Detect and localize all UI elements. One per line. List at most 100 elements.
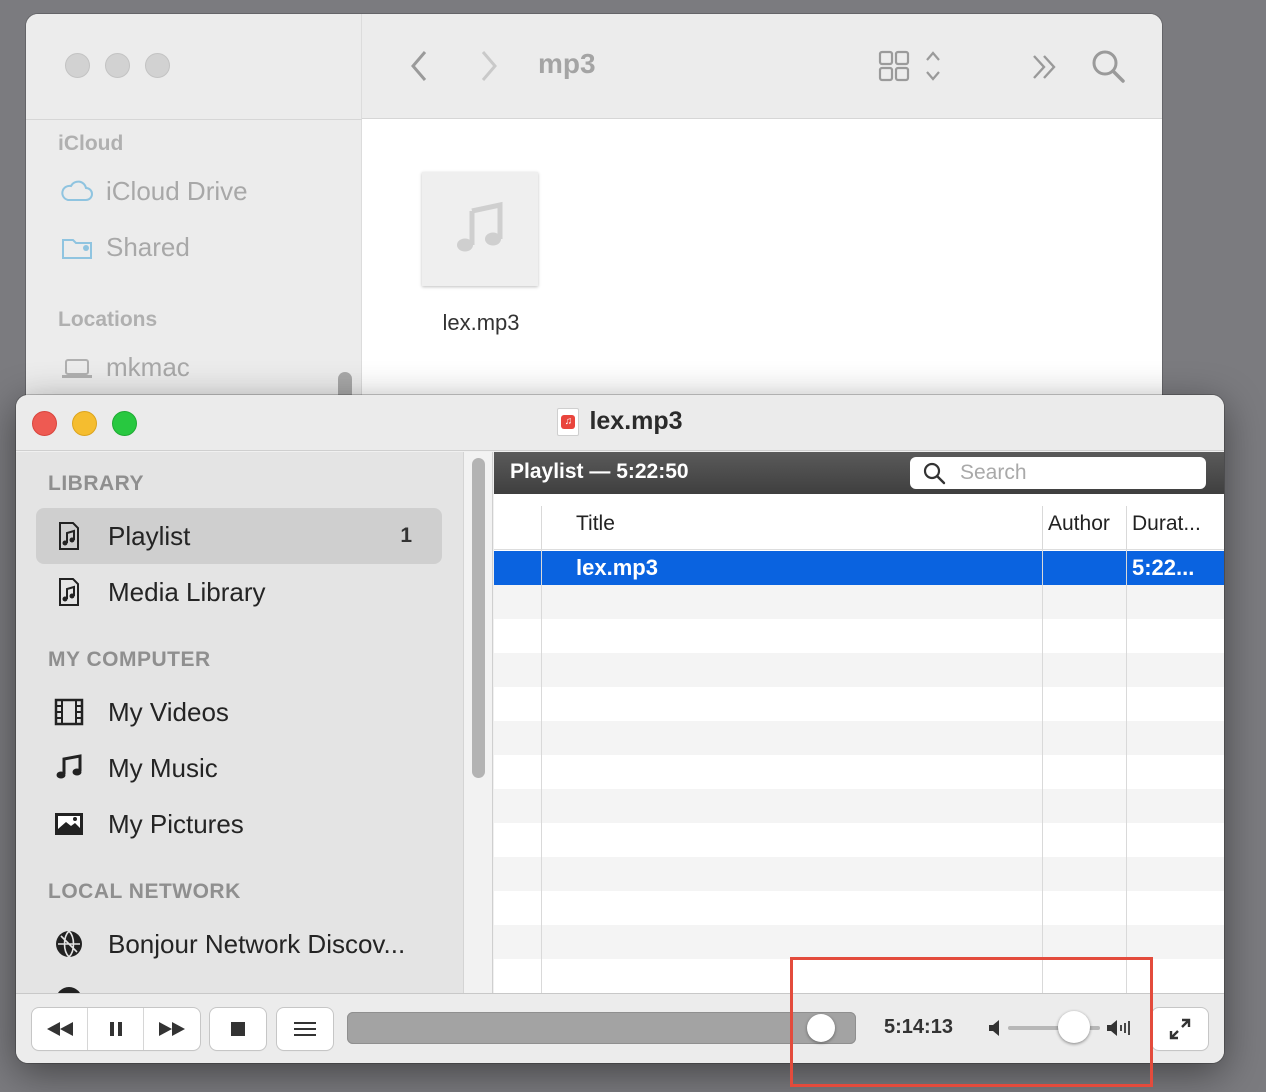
picture-icon <box>54 809 84 839</box>
file-name-label: lex.mp3 <box>442 310 520 335</box>
music-file-icon <box>54 577 84 607</box>
music-document-icon <box>557 407 580 436</box>
sidebar-item-label: Media Library <box>108 576 266 607</box>
empty-row <box>494 653 1224 687</box>
sidebar-item-label: mkmac <box>106 352 190 382</box>
vlc-window: lex.mp3 LIBRARY Playlist 1 Media Library… <box>16 395 1224 1063</box>
volume-mute-icon[interactable] <box>988 1018 1004 1043</box>
more-chevrons-icon[interactable] <box>1030 52 1060 87</box>
fullscreen-button[interactable] <box>1152 1008 1208 1050</box>
search-input[interactable] <box>960 461 1180 485</box>
empty-row <box>494 585 1224 619</box>
empty-row <box>494 789 1224 823</box>
finder-window: iCloud iCloud Drive Shared Locations mkm… <box>26 14 1162 434</box>
search-icon[interactable] <box>1090 48 1126 89</box>
sidebar-item-label: My Videos <box>108 696 229 727</box>
table-row[interactable]: lex.mp3 5:22... <box>494 551 1224 585</box>
sidebar-item-bonjour[interactable]: Bonjour Network Discov... <box>36 916 442 972</box>
rewind-icon <box>46 1022 73 1036</box>
shared-folder-icon <box>62 238 92 259</box>
back-chevron-icon[interactable] <box>408 48 430 90</box>
empty-row <box>494 925 1224 959</box>
stop-icon <box>231 1022 245 1036</box>
column-divider <box>1042 506 1043 993</box>
section-library: LIBRARY <box>48 472 145 495</box>
finder-title: mp3 <box>538 48 596 79</box>
sidebar-item-label: My Music <box>108 752 218 783</box>
finder-close-button[interactable] <box>65 53 90 78</box>
scrollbar-thumb[interactable] <box>472 458 485 778</box>
table-header: Title Author Durat... <box>494 494 1224 550</box>
pause-icon <box>109 1022 122 1036</box>
fast-forward-icon <box>159 1022 185 1036</box>
search-field[interactable] <box>910 457 1206 489</box>
finder-toolbar: mp3 <box>362 14 1162 119</box>
transport-bar: 5:14:13 <box>16 993 1224 1063</box>
window-title-text: lex.mp3 <box>589 407 683 435</box>
grid-view-icon[interactable] <box>878 50 942 89</box>
volume-slider-knob[interactable] <box>1058 1011 1090 1043</box>
playlist-header: Playlist — 5:22:50 <box>494 452 1224 494</box>
row-title: lex.mp3 <box>576 555 658 580</box>
column-divider <box>541 506 542 993</box>
playback-button-group <box>32 1008 200 1050</box>
music-file-icon <box>54 521 84 551</box>
column-author[interactable]: Author <box>1048 512 1110 536</box>
cloud-icon <box>61 180 93 201</box>
forward-chevron-icon[interactable] <box>478 48 500 90</box>
network-globe-icon <box>54 929 84 959</box>
finder-minimize-button[interactable] <box>105 53 130 78</box>
playlist-count-badge: 1 <box>400 524 412 547</box>
fullscreen-icon <box>1169 1018 1191 1040</box>
sidebar-section-icloud: iCloud <box>58 132 124 155</box>
fast-forward-button[interactable] <box>144 1008 200 1050</box>
list-icon <box>294 1022 316 1036</box>
playlist-toggle-button[interactable] <box>277 1008 333 1050</box>
pause-button[interactable] <box>88 1008 144 1050</box>
sidebar-item-partial[interactable] <box>36 972 442 993</box>
volume-max-icon[interactable] <box>1106 1016 1134 1045</box>
column-title[interactable]: Title <box>576 512 615 536</box>
finder-sidebar: iCloud iCloud Drive Shared Locations mkm… <box>26 14 362 434</box>
finder-zoom-button[interactable] <box>145 53 170 78</box>
sidebar-item-my-videos[interactable]: My Videos <box>36 684 442 740</box>
sidebar-item-media-library[interactable]: Media Library <box>36 564 442 620</box>
vlc-titlebar: lex.mp3 <box>16 395 1224 451</box>
sidebar-item-label: Bonjour Network Discov... <box>108 928 406 959</box>
vlc-window-title: lex.mp3 <box>16 407 1224 436</box>
film-strip-icon <box>54 697 84 727</box>
sidebar-section-locations: Locations <box>58 308 158 331</box>
rewind-button[interactable] <box>32 1008 88 1050</box>
sidebar-item-my-music[interactable]: My Music <box>36 740 442 796</box>
section-local-network: LOCAL NETWORK <box>48 880 241 903</box>
library-sidebar: LIBRARY Playlist 1 Media Library MY COMP… <box>16 452 463 993</box>
elapsed-time: 5:14:13 <box>884 1016 953 1038</box>
sidebar-item-label: Shared <box>106 232 190 262</box>
sidebar-item-icloud-drive[interactable]: iCloud Drive <box>60 176 248 207</box>
music-note-icon <box>54 753 84 783</box>
playlist-header-title: Playlist — 5:22:50 <box>510 460 689 483</box>
column-divider <box>1126 506 1127 993</box>
sidebar-item-label: iCloud Drive <box>106 176 248 206</box>
sidebar-item-label: Playlist <box>108 520 191 551</box>
file-lex-mp3[interactable] <box>422 172 538 286</box>
column-duration[interactable]: Durat... <box>1132 512 1201 536</box>
row-duration: 5:22... <box>1132 555 1195 580</box>
music-note-icon <box>457 201 503 252</box>
empty-row <box>494 857 1224 891</box>
sidebar-item-shared[interactable]: Shared <box>60 232 190 263</box>
seek-slider-knob[interactable] <box>807 1014 835 1042</box>
playlist-table: Title Author Durat... lex.mp3 5:22... <box>494 494 1224 993</box>
sidebar-item-mkmac[interactable]: mkmac <box>60 352 190 383</box>
search-icon <box>923 462 946 485</box>
sidebar-item-my-pictures[interactable]: My Pictures <box>36 796 442 852</box>
sidebar-scrollbar[interactable] <box>463 452 493 993</box>
seek-slider[interactable] <box>347 1012 856 1044</box>
network-globe-icon <box>54 985 84 993</box>
sidebar-item-playlist[interactable]: Playlist 1 <box>36 508 442 564</box>
laptop-icon <box>62 358 92 378</box>
sidebar-item-label: My Pictures <box>108 808 244 839</box>
empty-row <box>494 721 1224 755</box>
section-my-computer: MY COMPUTER <box>48 648 211 671</box>
stop-button[interactable] <box>210 1008 266 1050</box>
